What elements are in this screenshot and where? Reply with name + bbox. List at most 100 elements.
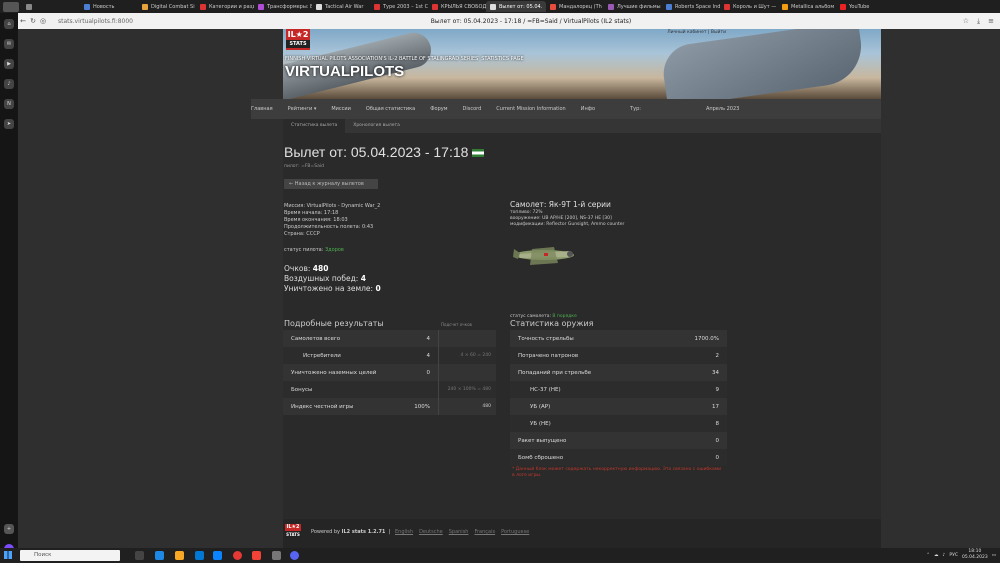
tab-favicon-icon — [608, 3, 614, 10]
nav-item[interactable]: Discord — [462, 106, 481, 112]
tab-favicon-icon — [200, 3, 206, 10]
task-view-icon[interactable] — [135, 551, 144, 560]
nav-item[interactable]: Общая статистика — [366, 106, 415, 112]
nav-item[interactable]: Форум — [430, 106, 447, 112]
sidebar-messenger-icon[interactable]: ✉ — [4, 39, 14, 49]
browser-tab[interactable]: YouTube — [836, 1, 894, 12]
browser-tab[interactable]: Metallica альбом — [778, 1, 836, 12]
windows-start-icon[interactable] — [4, 551, 12, 559]
product-link[interactable]: IL2 stats 1.2.71 — [342, 529, 386, 535]
tab-favicon-icon — [550, 3, 556, 10]
site-banner: IL★2 STATS FINNISH VIRTUAL PILOTS ASSOCIA… — [283, 29, 881, 99]
browser-tab[interactable]: Roberts Space Ind — [662, 1, 720, 12]
score-line: Очков: 480 — [284, 264, 329, 273]
sidebar-telegram-icon[interactable]: ➤ — [4, 119, 14, 129]
tab-favicon-icon — [258, 3, 264, 10]
browser-tab[interactable]: Король и Шут — — [720, 1, 778, 12]
store-icon[interactable] — [195, 551, 204, 560]
notifications-icon[interactable]: ▭ — [992, 553, 996, 558]
calc-heading: Подсчет очков — [441, 322, 472, 327]
nav-item[interactable]: Рейтинги ▾ — [288, 106, 317, 112]
browser-tab[interactable]: Вылет от: 05.04. — [486, 1, 546, 12]
browser-tab[interactable]: Мандалорец (Th — [546, 1, 604, 12]
address-bar: ← ↻ ◎ stats.virtualpilots.fi:8000 Вылет … — [18, 13, 1000, 29]
mission-name: Миссия: VirtualPilots - Dynamic War_2 — [284, 203, 381, 209]
nav-item[interactable]: Тур: — [630, 106, 641, 112]
browser-menu-button[interactable] — [3, 1, 19, 12]
game-icon[interactable] — [272, 551, 281, 560]
explorer-icon[interactable] — [175, 551, 184, 560]
browser-sidebar: ⌂ ✉ ▶ ♪ N ➤ + — [0, 13, 18, 554]
taskbar-search[interactable]: Поиск — [20, 550, 120, 561]
url-field[interactable]: stats.virtualpilots.fi:8000 — [58, 18, 208, 25]
language-link[interactable]: Français — [474, 529, 495, 535]
weapons-row: Потрачено патронов 2 — [510, 347, 727, 364]
results-label: Самолетов всего — [291, 335, 341, 342]
results-value: 0 — [426, 369, 431, 376]
yandex-browser-icon[interactable] — [233, 551, 242, 560]
protect-icon[interactable]: ◎ — [38, 17, 48, 25]
browser-tab[interactable]: КРЫЛЬЯ СВОБОД — [428, 1, 486, 12]
reload-icon[interactable]: ↻ — [28, 17, 38, 25]
browser-tab[interactable]: Digital Combat Si — [138, 1, 196, 12]
browser-tab[interactable] — [22, 1, 80, 12]
tab-sortie-timeline[interactable]: Хронология вылета — [345, 119, 408, 133]
weapons-label: НС-37 (HE) — [530, 386, 561, 393]
browser-tab[interactable]: Категории и разд — [196, 1, 254, 12]
volume-icon[interactable]: ♪ — [942, 553, 945, 558]
browser-tab[interactable]: Трансформеры: В — [254, 1, 312, 12]
weapons-row: Попаданий при стрельбе 34 — [510, 364, 727, 381]
nav-item[interactable]: Миссии — [331, 106, 351, 112]
browser-tab[interactable]: Лучшие фильмы — [604, 1, 662, 12]
sidebar-player-icon[interactable]: ▶ — [4, 59, 14, 69]
sidebar-music-icon[interactable]: ♪ — [4, 79, 14, 89]
system-tray: ⌃ ☁ ♪ РУС 18:10 05.04.2023 ▭ — [926, 549, 996, 561]
tab-favicon-icon — [374, 3, 380, 10]
menu-icon[interactable]: ≡ — [988, 17, 994, 26]
edge-icon[interactable] — [155, 551, 164, 560]
aircraft-image — [513, 247, 574, 265]
association-title: FINNISH VIRTUAL PILOTS ASSOCIATION'S IL-… — [285, 56, 524, 62]
column-divider — [438, 347, 439, 364]
tray-chevron-icon[interactable]: ⌃ — [926, 553, 930, 558]
page-content: IL★2 STATS FINNISH VIRTUAL PILOTS ASSOCIA… — [18, 29, 1000, 548]
weapons-label: УБ (HE) — [530, 420, 551, 427]
app-icon[interactable] — [252, 551, 261, 560]
weapons-value: 2 — [715, 352, 720, 359]
network-icon[interactable]: ☁ — [934, 553, 939, 558]
user-links[interactable]: Личный кабинет | Выйти — [667, 30, 726, 35]
language-indicator[interactable]: РУС — [949, 553, 958, 558]
download-icon[interactable]: ⤓ — [977, 17, 980, 26]
language-link[interactable]: Spanish — [449, 529, 469, 535]
discord-icon[interactable] — [290, 551, 299, 560]
browser-tab[interactable]: Туре 2003 – 1st Ch — [370, 1, 428, 12]
il2-stats-logo[interactable]: IL★2 STATS — [286, 29, 310, 50]
weapons-label: УБ (AP) — [530, 403, 551, 410]
sidebar-add-icon[interactable]: + — [4, 524, 14, 534]
browser-tab[interactable]: Tactical Air War — [312, 1, 370, 12]
back-to-sorties-button[interactable]: ← Назад к журналу вылетов — [284, 179, 378, 189]
sidebar-news-icon[interactable]: N — [4, 99, 14, 109]
back-icon[interactable]: ← — [18, 17, 28, 25]
tab-favicon-icon — [840, 3, 846, 10]
nav-item[interactable]: Апрель 2023 — [706, 106, 739, 112]
language-link[interactable]: Portuguese — [501, 529, 529, 535]
nav-item[interactable]: Главная — [251, 106, 273, 112]
ground-kills-line: Уничтожено на земле: 0 — [284, 284, 381, 293]
language-link[interactable]: English — [395, 529, 413, 535]
bookmark-icon[interactable]: ☆ — [963, 17, 969, 26]
tab-sortie-stats[interactable]: Статистика вылета — [283, 119, 346, 133]
nav-item[interactable]: Инфо — [581, 106, 595, 112]
sidebar-home-icon[interactable]: ⌂ — [4, 19, 14, 29]
tab-favicon-icon — [84, 3, 90, 10]
results-row: Уничтожено наземных целей 0 — [283, 364, 496, 381]
nav-item[interactable]: Current Mission Information — [496, 106, 565, 112]
tab-title: КРЫЛЬЯ СВОБОД — [441, 3, 486, 10]
clock[interactable]: 18:10 05.04.2023 — [962, 549, 988, 561]
tab-title: Metallica альбом — [791, 3, 835, 10]
mail-icon[interactable] — [213, 551, 222, 560]
browser-tab[interactable]: Новость — [80, 1, 138, 12]
language-link[interactable]: Deutsche — [419, 529, 443, 535]
tab-title: Digital Combat Si — [151, 3, 195, 10]
weapons-value: 34 — [712, 369, 719, 376]
